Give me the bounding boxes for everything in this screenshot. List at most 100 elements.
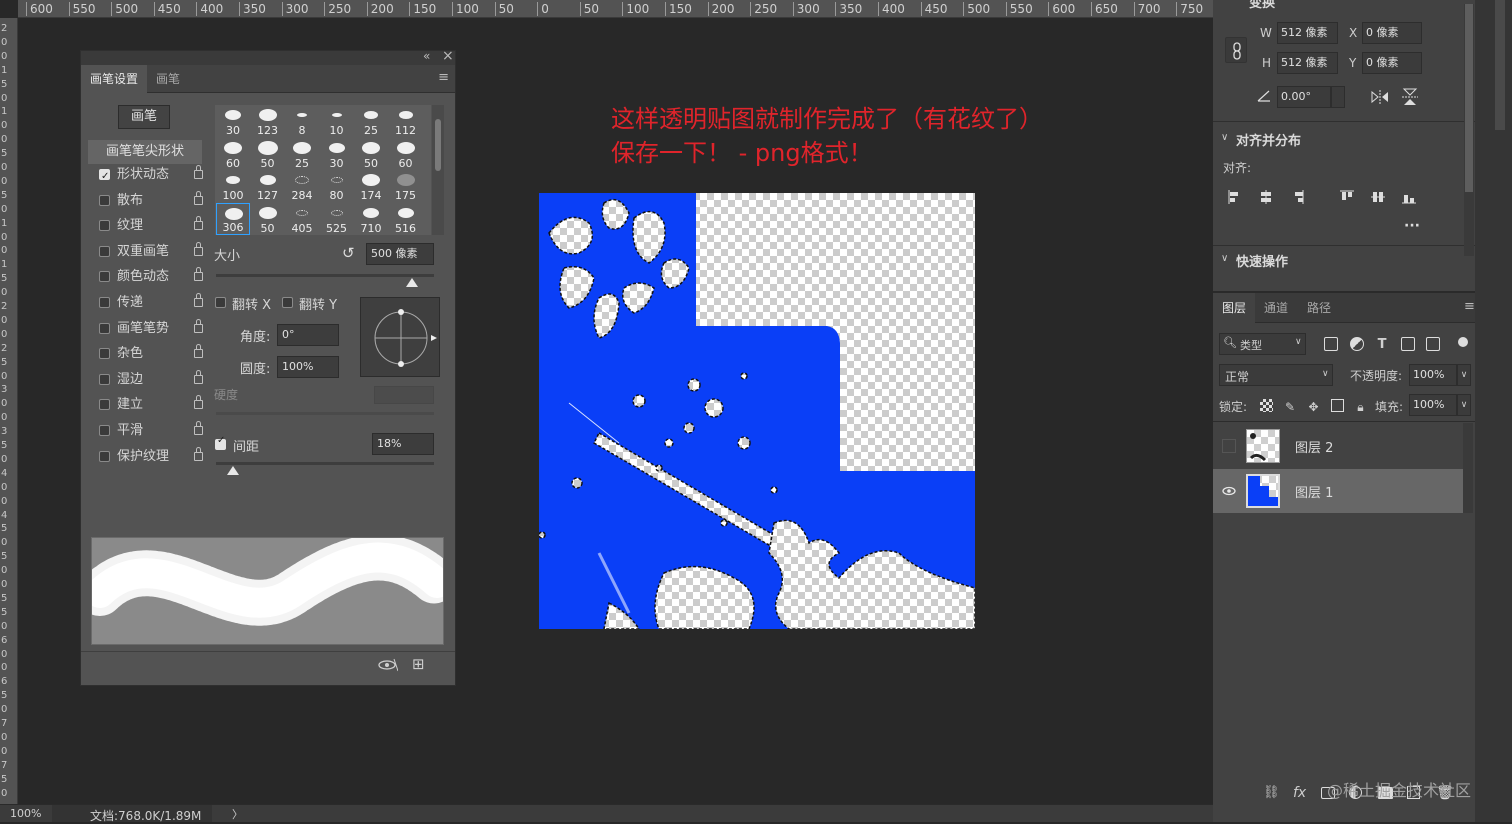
layers-scrollbar[interactable] — [1463, 423, 1473, 513]
lock-icon[interactable] — [194, 318, 203, 333]
option-checkbox[interactable] — [99, 297, 110, 308]
option-checkbox[interactable] — [99, 450, 110, 462]
tip-shape-button[interactable]: 画笔笔尖形状 — [88, 140, 202, 164]
brush-tip[interactable]: 174 — [354, 170, 388, 202]
tab-channels[interactable]: 通道 — [1255, 293, 1297, 323]
brush-tip[interactable]: 112 — [389, 105, 423, 137]
zoom-level[interactable]: 100% — [10, 807, 41, 820]
opacity-dropdown-icon[interactable]: ∨ — [1457, 364, 1471, 386]
option-checkbox[interactable] — [99, 271, 110, 283]
angle-input[interactable]: 0° — [277, 324, 339, 346]
rotation-dropdown-icon[interactable] — [1331, 86, 1345, 108]
lock-all-icon[interactable]: 🔒︎ — [1354, 399, 1367, 414]
properties-scrollbar[interactable] — [1464, 4, 1474, 256]
layer-filter-dropdown[interactable]: 🔍︎ 类型 ∨ — [1219, 333, 1306, 355]
brush-tip[interactable]: 8 — [285, 105, 319, 137]
lock-icon[interactable] — [194, 165, 203, 179]
brush-option-row[interactable]: 传递 — [88, 291, 203, 315]
option-checkbox[interactable] — [99, 322, 110, 334]
brush-tip[interactable]: 25 — [354, 105, 388, 137]
more-options-icon[interactable]: ··· — [1404, 218, 1420, 234]
layer-row[interactable]: 图层 2 — [1213, 424, 1463, 468]
brush-tip[interactable]: 80 — [320, 170, 354, 202]
lock-artboard-icon[interactable] — [1330, 399, 1344, 412]
collapse-icon[interactable]: « — [423, 49, 430, 63]
size-input[interactable]: 500 像素 — [366, 243, 434, 265]
brush-option-row[interactable]: 湿边 — [88, 368, 203, 392]
fill-input[interactable]: 100% — [1409, 394, 1457, 416]
brush-tip[interactable]: 405 — [285, 203, 319, 235]
fx-icon[interactable]: fx — [1293, 785, 1306, 801]
brush-tip[interactable]: 50 — [354, 138, 388, 170]
type-filter-icon[interactable]: T — [1375, 337, 1389, 352]
tab-layers[interactable]: 图层 — [1213, 293, 1256, 323]
adjustment-filter-icon[interactable] — [1349, 337, 1364, 351]
flip-x-checkbox[interactable]: 翻转 X — [215, 294, 275, 313]
blend-mode-select[interactable]: 正常 ∨ — [1219, 364, 1333, 386]
flip-horizontal-icon[interactable] — [1371, 89, 1389, 105]
brush-tip[interactable]: 25 — [285, 138, 319, 170]
rotation-input[interactable]: 0.00° — [1277, 86, 1331, 108]
spacing-checkbox[interactable]: 间距 — [215, 435, 275, 455]
option-checkbox[interactable] — [99, 425, 110, 436]
flip-y-checkbox[interactable]: 翻转 Y — [282, 294, 342, 313]
brush-tip[interactable]: 30 — [320, 138, 354, 170]
brush-tip[interactable]: 10 — [320, 105, 354, 137]
option-checkbox[interactable] — [99, 165, 110, 189]
tab-brushes[interactable]: 画笔 — [147, 65, 189, 93]
brush-tip[interactable]: 50 — [251, 203, 285, 235]
brush-tip[interactable]: 60 — [389, 138, 423, 170]
brush-option-row[interactable]: 双重画笔 — [88, 240, 203, 264]
height-input[interactable]: 512 像素 — [1277, 52, 1338, 74]
brush-tip[interactable]: 60 — [216, 138, 250, 170]
new-brush-icon[interactable]: ⊞ — [412, 655, 425, 673]
eye-toggle-icon[interactable] — [378, 658, 399, 672]
layer-name[interactable]: 图层 1 — [1295, 482, 1333, 501]
quick-chevron-icon[interactable]: ∨ — [1221, 253, 1228, 264]
document-info[interactable]: 文档:768.0K/1.89M — [90, 807, 201, 824]
size-slider[interactable] — [216, 274, 434, 277]
align-right-icon[interactable] — [1289, 189, 1305, 205]
y-input[interactable]: 0 像素 — [1362, 52, 1422, 74]
document-canvas[interactable] — [538, 193, 976, 630]
option-checkbox[interactable] — [99, 245, 110, 257]
horizontal-ruler[interactable]: 600 550 500 450 400 350 300 250 200 150 100 50 0 50 10… — [18, 0, 1213, 18]
fill-dropdown-icon[interactable]: ∨ — [1457, 394, 1471, 416]
lock-icon[interactable] — [194, 267, 203, 282]
reset-size-icon[interactable]: ↺ — [342, 244, 355, 262]
option-checkbox[interactable] — [99, 194, 110, 206]
brush-tip[interactable]: 100 — [216, 170, 250, 202]
layers-menu-icon[interactable]: ≡ — [1464, 299, 1475, 314]
brush-option-row[interactable]: 颜色动态 — [88, 265, 203, 289]
link-dimensions-icon[interactable] — [1225, 37, 1247, 63]
spacing-slider[interactable] — [216, 462, 434, 465]
align-chevron-icon[interactable]: ∨ — [1221, 132, 1228, 143]
option-checkbox[interactable] — [99, 373, 110, 385]
layer-name[interactable]: 图层 2 — [1295, 437, 1333, 456]
brush-option-row[interactable]: 散布 — [88, 189, 203, 213]
roundness-input[interactable]: 100% — [277, 356, 339, 378]
lock-icon[interactable] — [194, 446, 203, 461]
brush-tip[interactable]: 284 — [285, 170, 319, 202]
image-filter-icon[interactable] — [1324, 337, 1338, 351]
panel-title-bar[interactable]: « × — [81, 48, 455, 65]
brush-tip[interactable]: 30 — [216, 105, 250, 137]
lock-icon[interactable] — [194, 293, 203, 307]
brush-tip[interactable]: 127 — [251, 170, 285, 202]
option-checkbox[interactable] — [99, 399, 110, 411]
spacing-slider-thumb[interactable] — [227, 466, 239, 475]
align-hcenter-icon[interactable] — [1258, 189, 1274, 205]
flip-vertical-icon[interactable] — [1401, 88, 1419, 106]
link-icon[interactable]: ⛓ — [1263, 785, 1280, 800]
smart-object-filter-icon[interactable] — [1426, 337, 1440, 351]
brush-option-row[interactable]: 杂色 — [88, 342, 203, 366]
width-input[interactable]: 512 像素 — [1277, 22, 1338, 44]
brush-option-row[interactable]: 保护纹理 — [88, 445, 203, 469]
brush-option-row[interactable]: 建立 — [88, 393, 203, 417]
tip-grid-scrollbar[interactable] — [432, 105, 444, 235]
x-input[interactable]: 0 像素 — [1362, 22, 1422, 44]
lock-position-icon[interactable]: ✥ — [1307, 399, 1320, 414]
close-icon[interactable]: × — [442, 48, 454, 64]
brush-tip-grid[interactable]: 30 123 8 10 25 112 60 50 25 30 50 60 100 127 284 80 174 1… — [215, 105, 431, 235]
brush-tip[interactable]: 50 — [251, 138, 285, 170]
